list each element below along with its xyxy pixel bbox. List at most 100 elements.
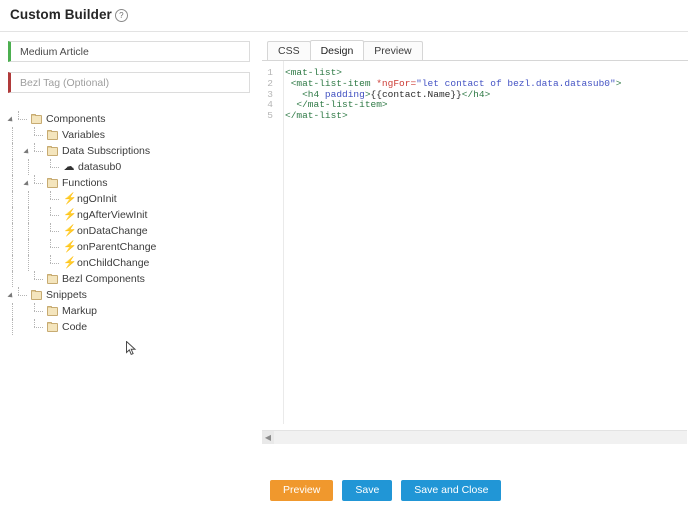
tree-connector [34,143,47,159]
tab-css[interactable]: CSS [267,41,311,60]
folder-icon [47,305,59,317]
chevron-down-icon[interactable] [24,179,33,188]
tree-node-datasub0[interactable]: ☁ datasub0 [8,159,250,175]
folder-icon [31,113,43,125]
tree-guide [8,127,24,143]
chevron-left-icon[interactable]: ◀ [262,431,274,444]
tree-guide [8,159,24,175]
tree-guide [24,223,40,239]
left-pane: Components Variables Data Subscriptions [0,32,258,335]
bolt-icon: ⚡ [63,193,77,205]
gutter-divider [283,61,284,424]
tree-connector [34,303,47,319]
tree-node-label: Functions [62,177,108,189]
tree-node-label: Snippets [46,289,87,301]
tree-node-label: ngOnInit [77,193,117,205]
bolt-icon: ⚡ [63,241,77,253]
tree-connector [50,191,63,207]
tree-node-onchildchange[interactable]: ⚡ onChildChange [8,255,250,271]
tree-node-label: Markup [62,305,98,317]
chevron-down-icon[interactable] [8,115,17,124]
folder-icon [47,177,59,189]
tree-guide [8,255,24,271]
tree-guide [8,303,24,319]
tree-node-bezl-components[interactable]: Bezl Components [8,271,250,287]
tree-node-ngafterviewinit[interactable]: ⚡ ngAfterViewInit [8,207,250,223]
tree-node-ngoninit[interactable]: ⚡ ngOnInit [8,191,250,207]
tree-node-functions[interactable]: Functions [8,175,250,191]
tree-guide [8,239,24,255]
tree-guide [24,239,40,255]
tree-guide [8,191,24,207]
tree-guide [24,207,40,223]
tree-connector [50,159,63,175]
bolt-icon: ⚡ [63,209,77,221]
tree-connector [18,287,31,303]
tree-connector [34,127,47,143]
tree-connector [18,111,31,127]
folder-icon [47,145,59,157]
folder-icon [47,129,59,141]
tree-guide [8,319,24,335]
chevron-down-icon[interactable] [8,291,17,300]
tree-node-snippets[interactable]: Snippets [8,287,250,303]
tree-connector [34,271,47,287]
tree-node-label: datasub0 [78,161,122,173]
tree-node-label: ngAfterViewInit [77,209,148,221]
tree-node-components[interactable]: Components [8,111,250,127]
tree-guide [8,271,24,287]
question-mark-circle-icon[interactable]: ? [114,9,128,22]
tree-node-data-subscriptions[interactable]: Data Subscriptions [8,143,250,159]
tree-guide [8,175,24,191]
page-header: Custom Builder? [0,0,688,26]
tree-guide [8,207,24,223]
tree-connector [50,223,63,239]
folder-icon [31,289,43,301]
tree-node-ondatachange[interactable]: ⚡ onDataChange [8,223,250,239]
folder-icon [47,321,59,333]
tree-node-variables[interactable]: Variables [8,127,250,143]
main-area: Components Variables Data Subscriptions [0,32,688,468]
tree-connector [34,319,47,335]
save-and-close-button[interactable]: Save and Close [401,480,502,501]
save-button[interactable]: Save [342,480,393,501]
line-number: 2 [267,77,273,89]
tree-node-onparentchange[interactable]: ⚡ onParentChange [8,239,250,255]
preview-button[interactable]: Preview [270,480,334,501]
tree-node-label: onChildChange [77,257,150,269]
tree-node-code[interactable]: Code [8,319,250,335]
tag-field-row [8,72,250,93]
code-editor[interactable]: 1 <mat-list> 2 <mat-list-item *ngFor="le… [262,61,688,444]
line-number: 5 [267,110,273,122]
editor-horizontal-scrollbar[interactable]: ◀ [262,430,687,444]
tab-design[interactable]: Design [309,40,365,60]
editor-tab-bar: CSS Design Preview [262,40,688,61]
tree-guide [24,255,40,271]
tree-guide [8,223,24,239]
tree-node-markup[interactable]: Markup [8,303,250,319]
tree-node-label: Data Subscriptions [62,145,151,157]
tree-guide [8,143,24,159]
tree-connector [50,239,63,255]
article-title-input[interactable] [8,41,250,62]
code-line: 5 </mat-list> [262,110,687,122]
tab-preview[interactable]: Preview [363,41,423,60]
tree-guide [24,191,40,207]
project-tree: Components Variables Data Subscriptions [8,111,250,335]
bolt-icon: ⚡ [63,257,77,269]
tree-node-label: Bezl Components [62,273,145,285]
chevron-down-icon[interactable] [24,147,33,156]
bezl-tag-input[interactable] [8,72,250,93]
code-line-text: </mat-list> [285,110,348,122]
tree-guide [24,159,40,175]
code-content[interactable]: 1 <mat-list> 2 <mat-list-item *ngFor="le… [262,61,687,122]
